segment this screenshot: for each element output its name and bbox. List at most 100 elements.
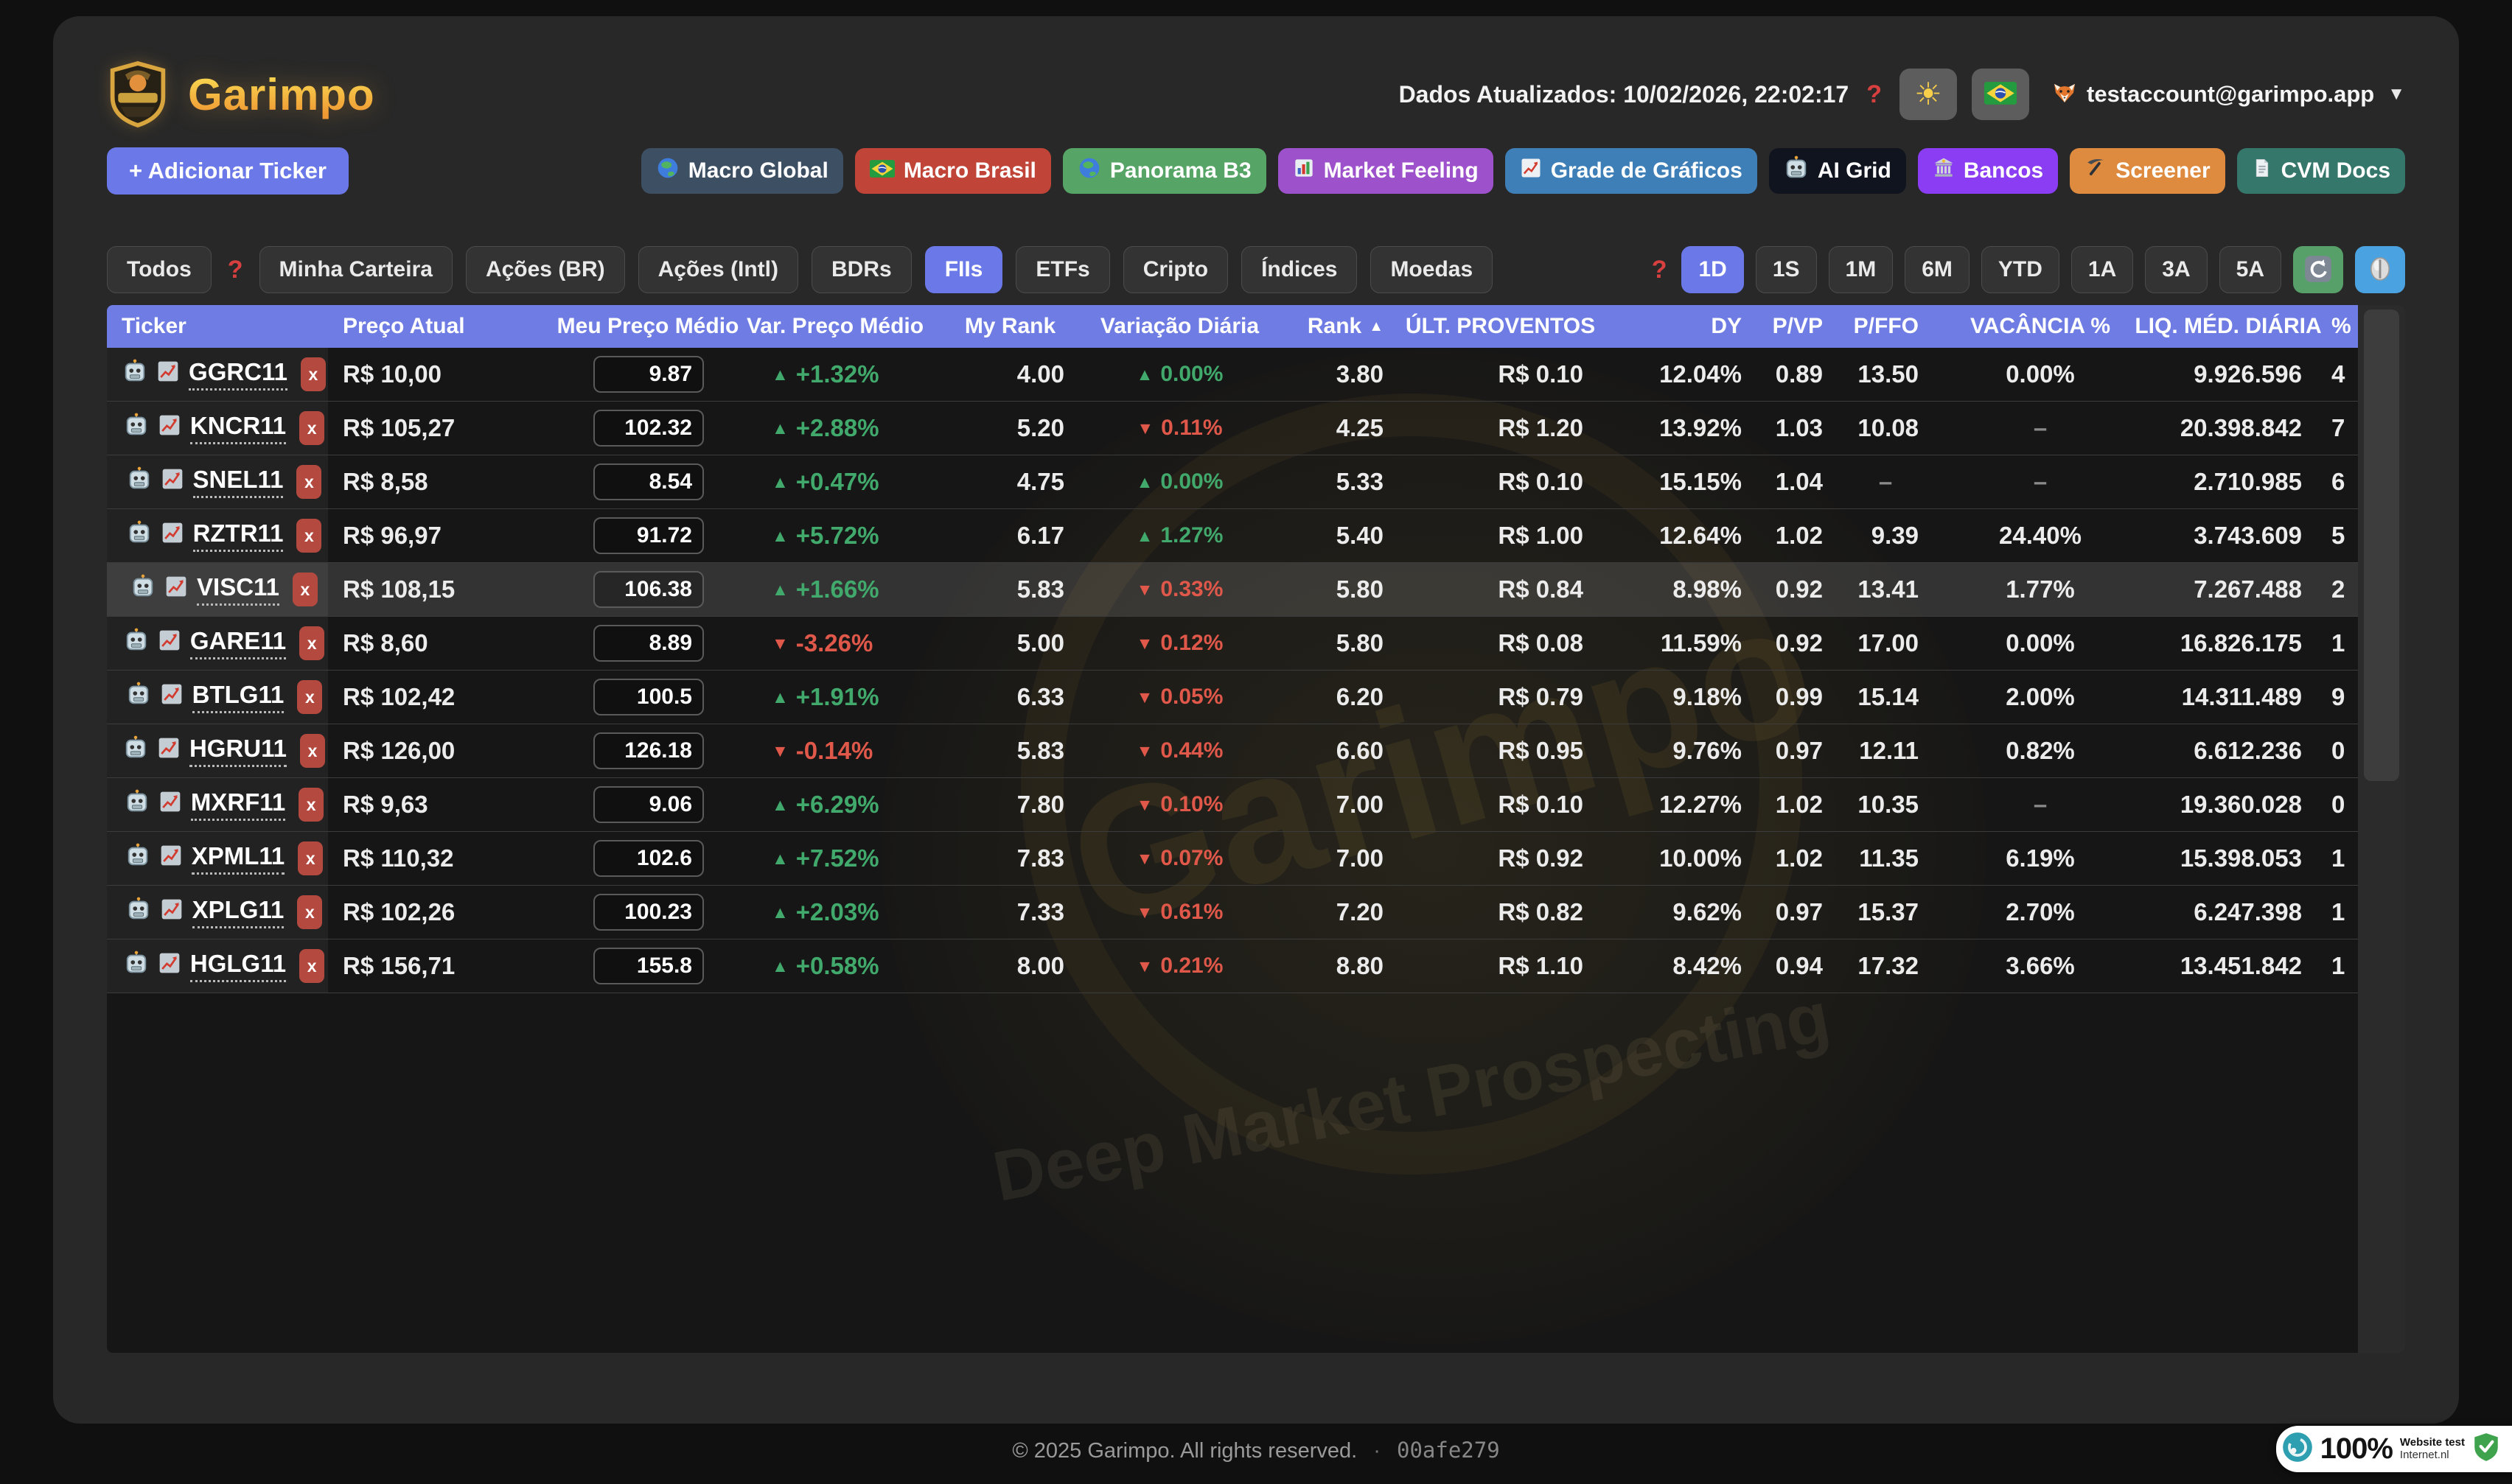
tabs-help-icon[interactable]: ? xyxy=(225,256,246,284)
robot-icon[interactable] xyxy=(127,520,152,551)
language-button[interactable] xyxy=(1972,69,2029,120)
column-header-variacao-diaria[interactable]: Variação Diária xyxy=(1097,305,1263,348)
range-1a[interactable]: 1A xyxy=(2071,246,2133,293)
chart-line-icon[interactable] xyxy=(164,575,188,604)
chart-line-icon[interactable] xyxy=(156,360,180,389)
tab-moedas[interactable]: Moedas xyxy=(1370,246,1493,293)
avg-price-input[interactable] xyxy=(593,571,704,608)
column-header-rank[interactable]: Rank▲ xyxy=(1263,305,1395,348)
column-header-p-ffo[interactable]: P/FFO xyxy=(1838,305,1933,348)
nav-button-cvm-docs[interactable]: CVM Docs xyxy=(2237,148,2405,194)
remove-ticker-button[interactable]: x xyxy=(297,895,322,929)
avg-price-input[interactable] xyxy=(593,517,704,554)
remove-ticker-button[interactable]: x xyxy=(299,411,324,445)
robot-icon[interactable] xyxy=(124,951,149,981)
ticker-link[interactable]: GGRC11 xyxy=(189,358,287,391)
chart-line-icon[interactable] xyxy=(158,790,182,819)
theme-toggle-button[interactable]: ☀ xyxy=(1899,69,1957,120)
add-ticker-button[interactable]: + Adicionar Ticker xyxy=(107,147,349,195)
column-header-ticker[interactable]: Ticker xyxy=(107,305,328,348)
robot-icon[interactable] xyxy=(124,413,149,444)
tab-fiis[interactable]: FIIs xyxy=(925,246,1003,293)
avg-price-input[interactable] xyxy=(593,786,704,823)
range-ytd[interactable]: YTD xyxy=(1981,246,2059,293)
nav-button-ai-grid[interactable]: AI Grid xyxy=(1769,148,1906,194)
chart-line-icon[interactable] xyxy=(158,629,181,658)
range-6m[interactable]: 6M xyxy=(1905,246,1970,293)
robot-icon[interactable] xyxy=(126,897,151,928)
table-row[interactable]: MXRF11xR$ 9,63▲+6.29%7.80▼0.10%7.00R$ 0.… xyxy=(107,778,2358,832)
table-row[interactable]: VISC11xR$ 108,15▲+1.66%5.83▼0.33%5.80R$ … xyxy=(107,563,2358,617)
chart-line-icon[interactable] xyxy=(158,951,181,981)
chart-line-icon[interactable] xyxy=(160,897,184,927)
ticker-link[interactable]: XPLG11 xyxy=(192,896,285,928)
tab-bdrs[interactable]: BDRs xyxy=(812,246,912,293)
avg-price-input[interactable] xyxy=(593,410,704,447)
table-row[interactable]: GGRC11xR$ 10,00▲+1.32%4.00▲0.00%3.80R$ 0… xyxy=(107,348,2358,402)
chart-line-icon[interactable] xyxy=(158,413,181,443)
ticker-link[interactable]: GARE11 xyxy=(190,627,286,659)
ticker-link[interactable]: VISC11 xyxy=(197,573,279,606)
bell-button[interactable] xyxy=(2355,246,2405,293)
ticker-link[interactable]: XPML11 xyxy=(192,842,285,875)
table-row[interactable]: SNEL11xR$ 8,58▲+0.47%4.75▲0.00%5.33R$ 0.… xyxy=(107,455,2358,509)
column-header-p-vp[interactable]: P/VP xyxy=(1756,305,1838,348)
avg-price-input[interactable] xyxy=(593,840,704,877)
tab-cripto[interactable]: Cripto xyxy=(1123,246,1228,293)
chart-line-icon[interactable] xyxy=(159,844,183,873)
ticker-link[interactable]: BTLG11 xyxy=(192,681,285,713)
remove-ticker-button[interactable]: x xyxy=(301,357,326,391)
robot-icon[interactable] xyxy=(126,682,151,713)
nav-button-panorama-b3[interactable]: Panorama B3 xyxy=(1063,148,1266,194)
nav-button-market-feeling[interactable]: Market Feeling xyxy=(1278,148,1493,194)
ticker-link[interactable]: SNEL11 xyxy=(193,466,284,498)
robot-icon[interactable] xyxy=(125,789,150,820)
internetnl-badge[interactable]: 100% Website test Internet.nl xyxy=(2276,1426,2512,1472)
ticker-link[interactable]: RZTR11 xyxy=(193,519,284,552)
avg-price-input[interactable] xyxy=(593,948,704,984)
column-header-meu-preco-medio[interactable]: Meu Preço Médio xyxy=(549,305,747,348)
column-header-dy[interactable]: DY xyxy=(1605,305,1756,348)
table-row[interactable]: XPLG11xR$ 102,26▲+2.03%7.33▼0.61%7.20R$ … xyxy=(107,886,2358,939)
table-row[interactable]: HGRU11xR$ 126,00▼-0.14%5.83▼0.44%6.60R$ … xyxy=(107,724,2358,778)
range-3a[interactable]: 3A xyxy=(2145,246,2207,293)
table-row[interactable]: KNCR11xR$ 105,27▲+2.88%5.20▼0.11%4.25R$ … xyxy=(107,402,2358,455)
column-header-ult-proventos[interactable]: ÚLT. PROVENTOS xyxy=(1395,305,1605,348)
remove-ticker-button[interactable]: x xyxy=(296,519,321,553)
tab-indices[interactable]: Índices xyxy=(1241,246,1357,293)
ticker-link[interactable]: HGRU11 xyxy=(189,735,287,767)
tab-acoes-br[interactable]: Ações (BR) xyxy=(466,246,625,293)
tab-todos[interactable]: Todos xyxy=(107,246,212,293)
robot-icon[interactable] xyxy=(122,359,147,390)
tab-acoes-intl[interactable]: Ações (Intl) xyxy=(638,246,798,293)
column-header-e[interactable]: % E xyxy=(2309,305,2358,348)
scrollbar-thumb[interactable] xyxy=(2364,309,2399,781)
chart-line-icon[interactable] xyxy=(157,736,181,766)
chart-line-icon[interactable] xyxy=(161,467,184,497)
column-header-preco-atual[interactable]: Preço Atual xyxy=(328,305,549,348)
refresh-button[interactable] xyxy=(2293,246,2343,293)
avg-price-input[interactable] xyxy=(593,625,704,662)
avg-price-input[interactable] xyxy=(593,679,704,715)
user-menu[interactable]: testaccount@garimpo.app ▼ xyxy=(2051,80,2405,110)
table-row[interactable]: RZTR11xR$ 96,97▲+5.72%6.17▲1.27%5.40R$ 1… xyxy=(107,509,2358,563)
column-header-my-rank[interactable]: My Rank xyxy=(924,305,1097,348)
column-header-liq-med-diaria[interactable]: LIQ. MÉD. DIÁRIA xyxy=(2147,305,2309,348)
nav-button-macro-global[interactable]: Macro Global xyxy=(641,148,843,194)
table-row[interactable]: HGLG11xR$ 156,71▲+0.58%8.00▼0.21%8.80R$ … xyxy=(107,939,2358,993)
chart-line-icon[interactable] xyxy=(160,682,184,712)
help-icon[interactable]: ? xyxy=(1863,80,1885,109)
avg-price-input[interactable] xyxy=(593,732,704,769)
column-header-vacancia[interactable]: VACÂNCIA % xyxy=(1933,305,2147,348)
nav-button-macro-brasil[interactable]: Macro Brasil xyxy=(855,148,1051,194)
nav-button-screener[interactable]: Screener xyxy=(2070,148,2225,194)
robot-icon[interactable] xyxy=(123,735,148,766)
table-scrollbar[interactable] xyxy=(2358,305,2405,1353)
robot-icon[interactable] xyxy=(130,574,156,605)
remove-ticker-button[interactable]: x xyxy=(299,626,324,660)
robot-icon[interactable] xyxy=(124,628,149,659)
range-1m[interactable]: 1M xyxy=(1829,246,1894,293)
table-row[interactable]: XPML11xR$ 110,32▲+7.52%7.83▼0.07%7.00R$ … xyxy=(107,832,2358,886)
remove-ticker-button[interactable]: x xyxy=(293,573,318,606)
table-row[interactable]: GARE11xR$ 8,60▼-3.26%5.00▼0.12%5.80R$ 0.… xyxy=(107,617,2358,671)
